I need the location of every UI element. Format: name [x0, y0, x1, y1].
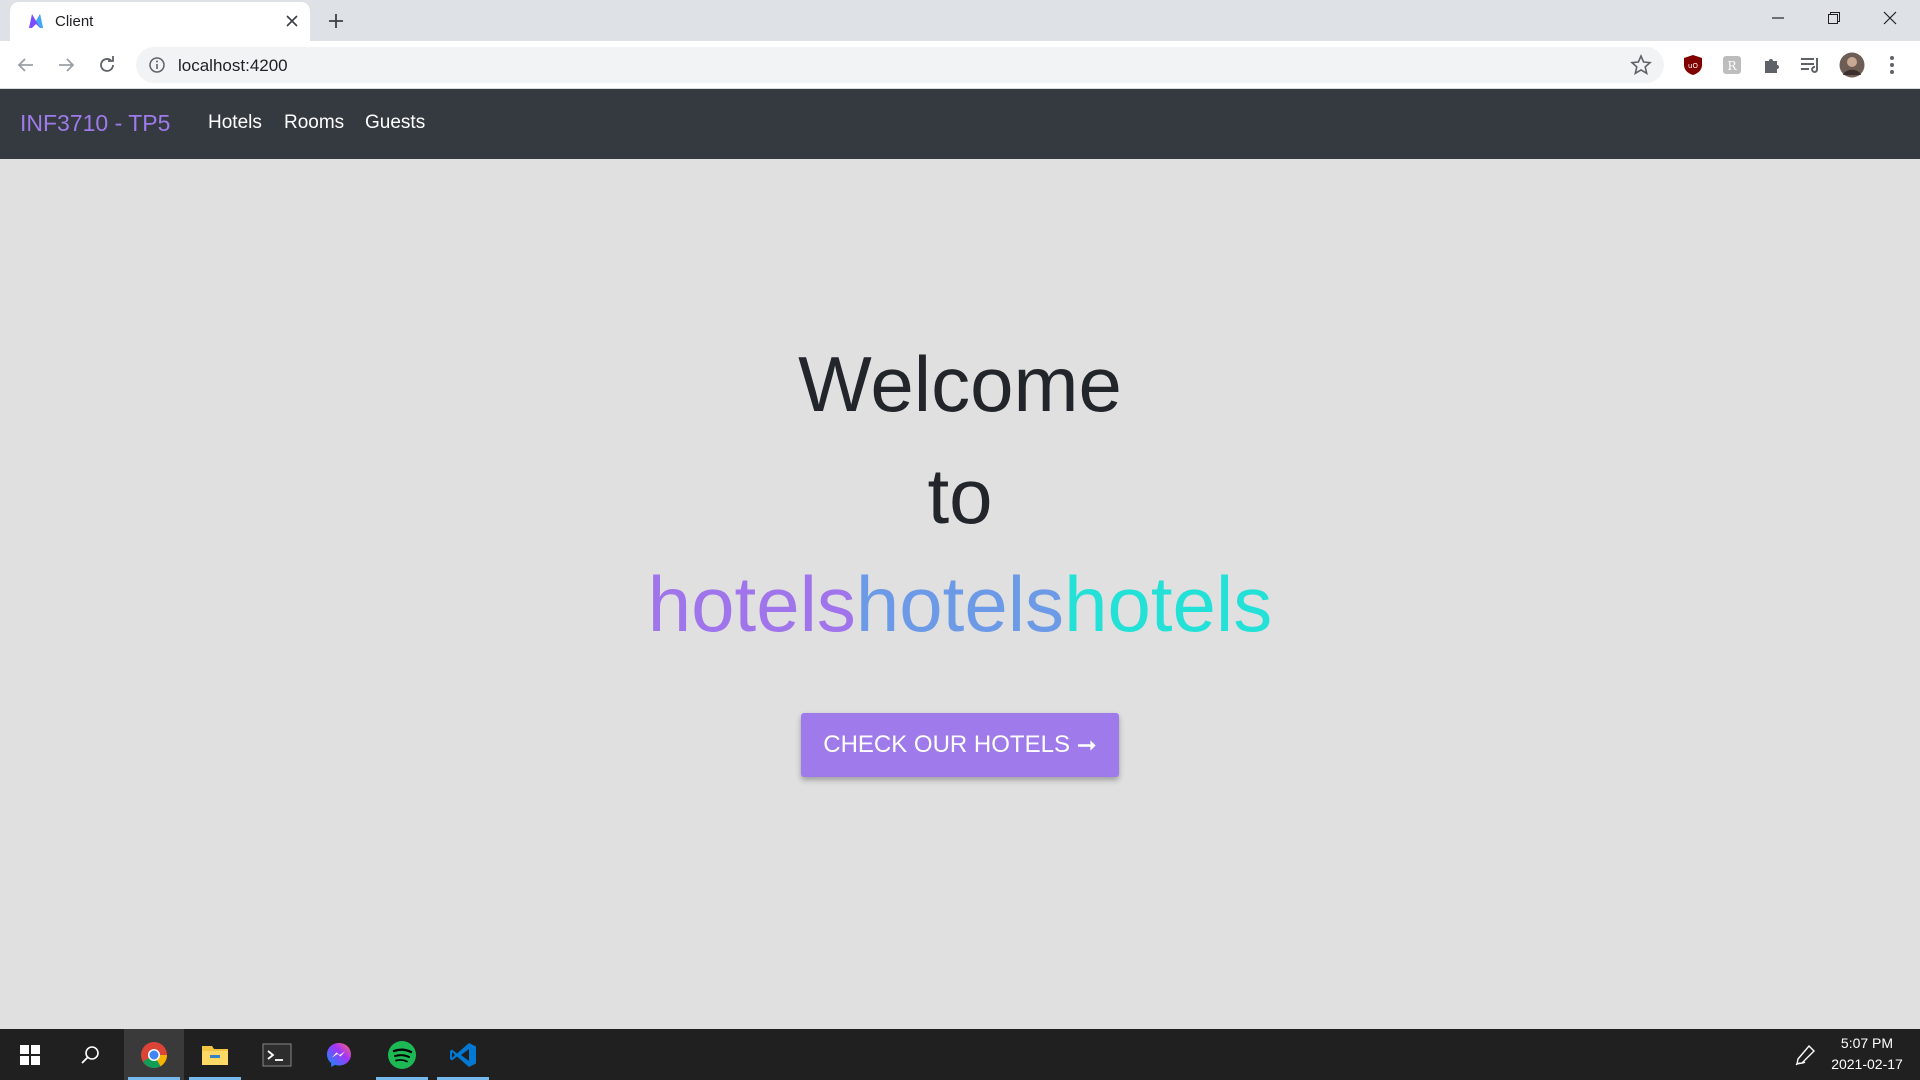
- hero-brand-part-3: hotels: [1064, 560, 1273, 648]
- hero-brand-part-2: hotels: [855, 560, 1065, 648]
- chrome-taskbar-icon[interactable]: [124, 1029, 184, 1080]
- spotify-icon[interactable]: [372, 1029, 432, 1080]
- browser-toolbar: localhost:4200 uO R: [0, 41, 1920, 89]
- extension-grey-icon[interactable]: R: [1718, 51, 1746, 79]
- profile-avatar[interactable]: [1838, 51, 1866, 79]
- system-clock[interactable]: 5:07 PM 2021-02-17: [1822, 1033, 1912, 1075]
- restore-window-icon[interactable]: [1806, 0, 1862, 36]
- forward-arrow-icon[interactable]: [50, 49, 82, 81]
- minimize-window-icon[interactable]: [1750, 0, 1806, 36]
- nav-link-guests[interactable]: Guests: [365, 112, 425, 134]
- cta-label: CHECK OUR HOTELS: [823, 731, 1070, 758]
- clock-date: 2021-02-17: [1831, 1056, 1903, 1072]
- angular-favicon-icon: [29, 14, 43, 28]
- browser-tabstrip: Client: [0, 0, 1920, 41]
- close-window-icon[interactable]: [1862, 0, 1918, 36]
- file-explorer-icon[interactable]: [185, 1029, 245, 1080]
- nav-link-rooms[interactable]: Rooms: [284, 112, 344, 134]
- new-tab-icon[interactable]: [322, 9, 350, 33]
- hero-brand-title: hotelshotelshotels: [0, 565, 1920, 643]
- nav-link-hotels[interactable]: Hotels: [208, 112, 262, 134]
- url-text: localhost:4200: [178, 56, 288, 75]
- terminal-icon[interactable]: [247, 1029, 307, 1080]
- hero-to-text: to: [927, 452, 993, 540]
- clock-time: 5:07 PM: [1840, 1035, 1894, 1051]
- messenger-icon[interactable]: [309, 1029, 369, 1080]
- hero-brand-part-1: hotels: [647, 560, 856, 648]
- hero-section: Welcome to hotelshotelshotels CHECK OUR …: [0, 159, 1920, 1029]
- svg-text:uO: uO: [1688, 62, 1698, 70]
- hero-welcome-text: Welcome: [798, 340, 1122, 428]
- tab-title: Client: [55, 13, 94, 30]
- extensions-puzzle-icon[interactable]: [1758, 51, 1786, 79]
- navbar-brand[interactable]: INF3710 - TP5: [20, 110, 170, 137]
- reload-icon[interactable]: [91, 49, 123, 81]
- arrow-right-icon: ➞: [1076, 731, 1097, 759]
- windows-start-icon[interactable]: [0, 1029, 60, 1080]
- app-navbar: INF3710 - TP5 Hotels Rooms Guests: [0, 89, 1920, 159]
- windows-taskbar: 5:07 PM 2021-02-17: [0, 1029, 1920, 1080]
- browser-menu-icon[interactable]: [1878, 51, 1906, 79]
- check-our-hotels-button[interactable]: CHECK OUR HOTELS ➞: [801, 713, 1119, 777]
- ublock-shield-icon[interactable]: uO: [1679, 51, 1707, 79]
- tab-close-icon[interactable]: [282, 11, 302, 31]
- search-icon[interactable]: [60, 1029, 120, 1080]
- site-info-icon[interactable]: [148, 56, 166, 74]
- vscode-icon[interactable]: [433, 1029, 493, 1080]
- bookmark-star-icon[interactable]: [1630, 54, 1652, 76]
- svg-text:R: R: [1727, 59, 1737, 73]
- back-arrow-icon[interactable]: [10, 49, 42, 81]
- media-queue-icon[interactable]: [1797, 51, 1825, 79]
- address-bar[interactable]: localhost:4200: [136, 47, 1664, 83]
- browser-tab[interactable]: Client: [10, 2, 310, 41]
